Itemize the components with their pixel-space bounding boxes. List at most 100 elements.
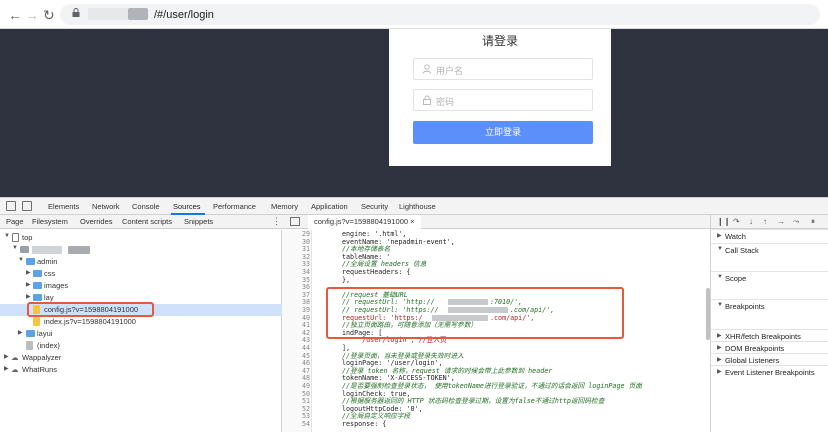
host-redacted-dark xyxy=(68,246,90,254)
page-viewport: 请登录 用户名 密码 立即登录 xyxy=(0,29,828,197)
cloud-icon xyxy=(20,246,29,253)
line-number[interactable]: 49 xyxy=(282,383,310,390)
url-path[interactable]: /#/user/login xyxy=(154,9,214,21)
line-number[interactable]: 39 xyxy=(282,307,310,314)
lock-icon xyxy=(423,95,431,105)
nav-tab-content-scripts[interactable]: Content scripts xyxy=(122,217,172,226)
section-event-listener-breakpoints[interactable]: ▶ Event Listener Breakpoints xyxy=(711,365,828,377)
tree-item-css[interactable]: ▶ css xyxy=(0,268,282,280)
js-file-icon xyxy=(33,317,40,326)
line-number[interactable]: 29 xyxy=(282,231,310,238)
line-number[interactable]: 34 xyxy=(282,269,310,276)
code-line: }, xyxy=(342,275,351,284)
pause-on-exceptions-icon[interactable]: ⏸ xyxy=(811,217,815,227)
tree-item-layui[interactable]: ▶ layui xyxy=(0,328,282,340)
chevron-right-icon: ▶ xyxy=(717,333,722,339)
tree-item-top[interactable]: ▼ top xyxy=(0,232,282,244)
chevron-right-icon: ▶ xyxy=(18,330,23,336)
tree-item-images[interactable]: ▶ images xyxy=(0,280,282,292)
reload-icon[interactable]: ↻ xyxy=(43,7,55,24)
url-host-redacted-dark xyxy=(128,8,148,20)
code-line: engine: '.html', xyxy=(342,230,407,238)
nav-tab-snippets[interactable]: Snippets xyxy=(184,217,213,226)
section-scope[interactable]: ▼ Scope xyxy=(711,271,828,283)
section-breakpoints[interactable]: ▼ Breakpoints xyxy=(711,299,828,311)
tab-network[interactable]: Network xyxy=(92,202,120,211)
user-icon xyxy=(422,64,432,74)
chevron-right-icon: ▶ xyxy=(4,366,9,372)
section-dom-breakpoints[interactable]: ▶ DOM Breakpoints xyxy=(711,341,828,353)
login-submit-button[interactable]: 立即登录 xyxy=(413,121,593,144)
tab-console[interactable]: Console xyxy=(132,202,160,211)
nav-tab-page[interactable]: Page xyxy=(6,217,24,226)
folder-icon xyxy=(33,270,42,277)
devtools-panel: Elements Network Console Sources Perform… xyxy=(0,197,828,432)
code-line: response: { xyxy=(342,420,387,428)
tab-elements[interactable]: Elements xyxy=(48,202,79,211)
more-options-icon[interactable]: ⋮ xyxy=(272,216,281,227)
step-over-icon[interactable]: ↷ xyxy=(733,217,740,226)
username-field[interactable]: 用户名 xyxy=(413,58,593,80)
section-xhr-breakpoints[interactable]: ▶ XHR/fetch Breakpoints xyxy=(711,329,828,341)
chevron-right-icon: ▶ xyxy=(717,345,722,351)
chevron-right-icon: ▶ xyxy=(717,369,722,375)
chevron-down-icon: ▼ xyxy=(12,245,18,251)
tree-item-host[interactable]: ▼ xyxy=(0,244,282,256)
deactivate-breakpoints-icon[interactable]: ⤳ xyxy=(793,217,799,227)
section-call-stack[interactable]: ▼ Call Stack xyxy=(711,243,828,255)
chevron-right-icon: ▶ xyxy=(26,294,31,300)
tree-item-admin[interactable]: ▼ admin xyxy=(0,256,282,268)
tab-lighthouse[interactable]: Lighthouse xyxy=(399,202,436,211)
request-url-highlight xyxy=(326,287,624,339)
folder-icon xyxy=(26,258,35,265)
debugger-toolbar: ❙❙ ↷ ↓ ↑ → ⤳ ⏸ xyxy=(711,215,828,229)
tree-item-whatruns[interactable]: ▶ ☁ WhatRuns xyxy=(0,364,282,376)
username-placeholder: 用户名 xyxy=(436,66,464,76)
step-into-icon[interactable]: ↓ xyxy=(749,217,753,226)
chevron-down-icon: ▼ xyxy=(717,274,723,280)
editor-tab-config[interactable]: config.js?v=1598804191000 × xyxy=(308,215,421,229)
section-watch[interactable]: ▶ Watch xyxy=(711,229,828,241)
tab-sources[interactable]: Sources xyxy=(173,202,201,211)
cloud-icon: ☁ xyxy=(11,365,19,374)
password-field[interactable]: 密码 xyxy=(413,89,593,111)
cloud-icon: ☁ xyxy=(11,353,19,362)
pause-icon[interactable]: ❙❙ xyxy=(717,217,730,226)
inspect-element-icon[interactable] xyxy=(6,201,16,211)
back-icon[interactable]: ← xyxy=(8,7,22,23)
folder-icon xyxy=(33,294,42,301)
login-card: 请登录 用户名 密码 立即登录 xyxy=(389,29,611,166)
nav-tab-overrides[interactable]: Overrides xyxy=(80,217,113,226)
code-comment: //是否要强制检查登录状态， 使用tokenName进行登录验证，不通过的话会返… xyxy=(342,382,642,390)
host-redacted xyxy=(32,246,62,254)
forward-icon[interactable]: → xyxy=(25,7,39,23)
chevron-right-icon: ▶ xyxy=(717,357,722,363)
code-editor[interactable]: 29 30 31 32 33 34 35 36 37 38 39 40 41 4… xyxy=(282,230,710,432)
debugger-sidebar: ❙❙ ↷ ↓ ↑ → ⤳ ⏸ ▶ Watch ▼ Call Stack ▼ Sc… xyxy=(710,215,828,432)
nav-tab-filesystem[interactable]: Filesystem xyxy=(32,217,68,226)
chevron-right-icon: ▶ xyxy=(26,282,31,288)
document-icon xyxy=(26,341,33,350)
tab-memory[interactable]: Memory xyxy=(271,202,298,211)
device-toolbar-icon[interactable] xyxy=(22,201,32,211)
frame-icon xyxy=(12,233,19,242)
chevron-right-icon: ▶ xyxy=(26,270,31,276)
line-number[interactable]: 44 xyxy=(282,345,310,352)
step-icon[interactable]: → xyxy=(777,217,785,226)
browser-toolbar: ← → ↻ /#/user/login xyxy=(0,0,828,29)
tab-application[interactable]: Application xyxy=(311,202,348,211)
lock-icon[interactable] xyxy=(72,8,80,17)
toggle-navigator-icon[interactable] xyxy=(290,217,300,226)
section-global-listeners[interactable]: ▶ Global Listeners xyxy=(711,353,828,365)
step-out-icon[interactable]: ↑ xyxy=(763,217,767,226)
chevron-right-icon: ▶ xyxy=(4,354,9,360)
password-placeholder: 密码 xyxy=(436,97,455,107)
tab-security[interactable]: Security xyxy=(361,202,388,211)
tree-item-wappalyzer[interactable]: ▶ ☁ Wappalyzer xyxy=(0,352,282,364)
line-number[interactable]: 54 xyxy=(282,421,310,428)
line-number-gutter: 29 30 31 32 33 34 35 36 37 38 39 40 41 4… xyxy=(282,230,312,432)
tree-item-index[interactable]: (index) xyxy=(0,340,282,352)
tab-performance[interactable]: Performance xyxy=(213,202,256,211)
code-line: ], xyxy=(342,344,351,352)
tree-item-index-file[interactable]: index.js?v=1598804191000 xyxy=(0,316,282,328)
